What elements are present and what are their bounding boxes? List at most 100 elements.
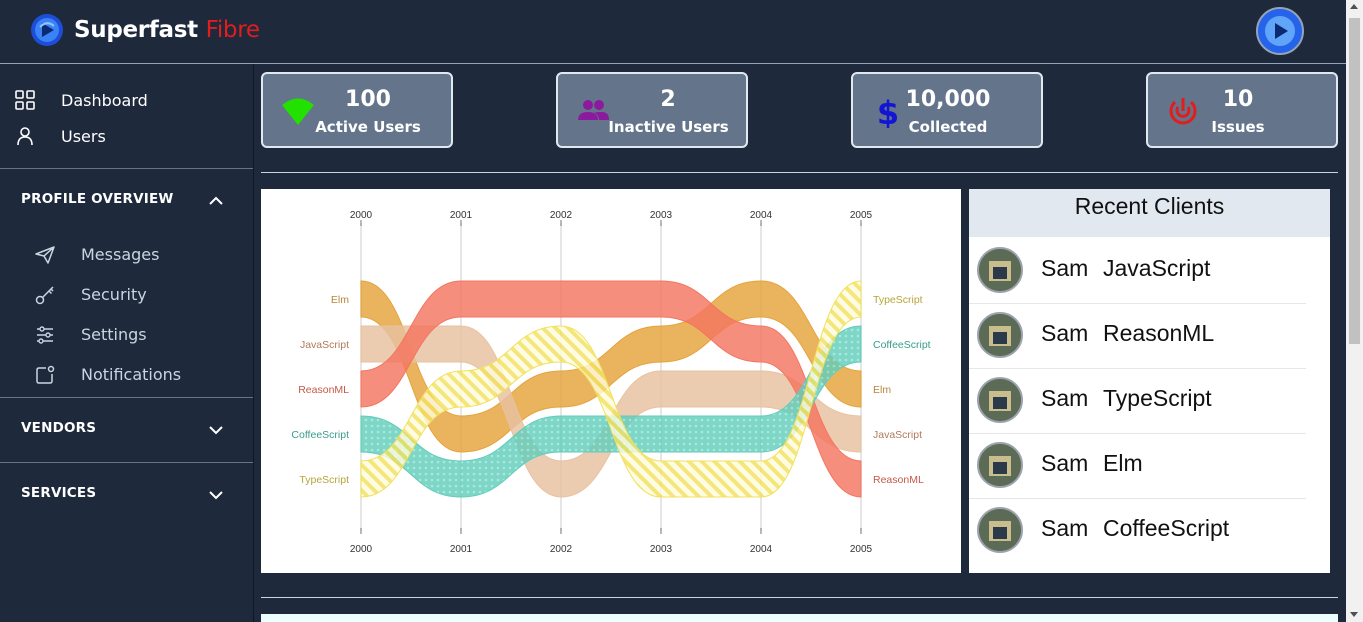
brand-accent: Fibre — [205, 17, 260, 43]
client-name: Sam — [1041, 450, 1089, 476]
x-tick-label-top: 2003 — [650, 210, 673, 221]
client-language: TypeScript — [1103, 385, 1212, 411]
sidebar-item-users[interactable]: Users — [0, 119, 253, 153]
series-label-end: Elm — [873, 384, 891, 396]
chevron-up-icon — [209, 196, 223, 205]
client-avatar — [977, 312, 1023, 358]
client-avatar — [977, 377, 1023, 423]
x-tick-label-top: 2000 — [350, 210, 373, 221]
stat-card-issues[interactable]: 10 Issues — [1146, 72, 1338, 148]
x-tick-label-bottom: 2005 — [850, 544, 873, 555]
sidebar-item-security[interactable]: Security — [0, 278, 253, 310]
section-services[interactable]: SERVICES — [0, 476, 253, 512]
series-label-end: ReasonML — [873, 474, 924, 486]
x-tick-label-bottom: 2001 — [450, 544, 473, 555]
series-label-start: TypeScript — [299, 474, 349, 486]
sidebar-item-settings[interactable]: Settings — [0, 318, 253, 350]
client-name: Sam — [1041, 255, 1089, 281]
sidebar-item-label: Security — [81, 285, 147, 304]
recent-clients-panel: Recent Clients Sam JavaScript Sam Reason… — [969, 189, 1330, 573]
paper-plane-icon — [35, 246, 55, 264]
svg-text:$: $ — [877, 94, 899, 128]
series-label-start: Elm — [331, 294, 349, 306]
sidebar: Dashboard Users PROFILE OVERVIEW Message… — [0, 64, 254, 622]
section-label: PROFILE OVERVIEW — [21, 191, 174, 207]
client-language: JavaScript — [1103, 255, 1211, 281]
sidebar-item-messages[interactable]: Messages — [0, 238, 253, 270]
stat-caption: Active Users — [315, 118, 421, 136]
client-avatar — [977, 247, 1023, 293]
stat-card-active-users[interactable]: 100 Active Users — [261, 72, 453, 148]
stat-caption: Inactive Users — [608, 118, 729, 136]
stat-value: 2 — [660, 87, 676, 112]
client-row[interactable]: Sam Elm — [969, 433, 1306, 499]
client-row[interactable]: Sam JavaScript — [969, 238, 1306, 304]
page-scrollbar[interactable] — [1346, 0, 1363, 622]
stat-card-collected[interactable]: $ 10,000 Collected — [851, 72, 1043, 148]
recent-clients-title: Recent Clients — [1074, 193, 1225, 219]
client-language: ReasonML — [1103, 320, 1215, 346]
section-label: SERVICES — [21, 485, 97, 501]
avatar-image — [979, 509, 1021, 551]
brand[interactable]: Superfast Fibre — [31, 14, 260, 46]
sidebar-item-label: Messages — [81, 245, 160, 264]
client-name: Sam — [1041, 320, 1089, 346]
stat-caption: Collected — [908, 118, 988, 136]
x-tick-label-top: 2002 — [550, 210, 573, 221]
stat-value: 10,000 — [905, 87, 991, 112]
recent-clients-header: Recent Clients — [969, 189, 1330, 237]
bump-chart-svg: 2000 2000 2001 2001 2002 2002 2003 2003 2004 2004… — [291, 210, 931, 555]
x-tick-label-top: 2004 — [750, 210, 773, 221]
scrollbar-thumb[interactable] — [1349, 18, 1360, 344]
sidebar-item-label: Dashboard — [61, 90, 148, 110]
series-label-end: CoffeeScript — [873, 339, 931, 351]
sidebar-item-label: Notifications — [81, 365, 182, 384]
users-icon — [578, 100, 609, 120]
bump-chart: 2000 2000 2001 2001 2002 2002 2003 2003 2004 2004… — [261, 189, 961, 573]
sidebar-item-dashboard[interactable]: Dashboard — [0, 83, 253, 117]
x-tick-label-top: 2001 — [450, 210, 473, 221]
client-row[interactable]: Sam ReasonML — [969, 303, 1306, 369]
brand-name: Superfast Fibre — [74, 17, 260, 43]
stat-card-inactive-users[interactable]: 2 Inactive Users — [556, 72, 748, 148]
user-icon — [17, 127, 33, 146]
section-profile-overview[interactable]: PROFILE OVERVIEW — [0, 182, 253, 218]
user-avatar[interactable] — [1256, 7, 1304, 55]
avatar-image — [979, 249, 1021, 291]
client-row[interactable]: Sam CoffeeScript — [969, 498, 1306, 563]
client-row[interactable]: Sam TypeScript — [969, 368, 1306, 434]
series-label-end: JavaScript — [873, 429, 922, 441]
logo-icon — [31, 14, 63, 46]
client-name: Sam — [1041, 515, 1089, 541]
notification-icon — [36, 365, 55, 384]
client-language: Elm — [1103, 450, 1143, 476]
client-name: Sam — [1041, 385, 1089, 411]
series-label-start: ReasonML — [298, 384, 349, 396]
key-icon — [35, 286, 54, 305]
x-tick-label-bottom: 2004 — [750, 544, 773, 555]
avatar-image — [979, 444, 1021, 486]
sidebar-item-label: Users — [61, 126, 106, 146]
avatar-image — [979, 314, 1021, 356]
sidebar-item-label: Settings — [81, 325, 147, 344]
x-tick-label-bottom: 2002 — [550, 544, 573, 555]
series-label-start: JavaScript — [300, 339, 349, 351]
divider — [0, 462, 253, 463]
stat-value: 100 — [345, 87, 391, 112]
divider — [261, 172, 1338, 173]
scroll-up-arrow-icon[interactable] — [1350, 4, 1358, 9]
x-tick-label-bottom: 2000 — [350, 544, 373, 555]
divider — [0, 397, 253, 398]
scroll-down-arrow-icon[interactable] — [1350, 612, 1358, 617]
series-label-start: CoffeeScript — [291, 429, 349, 441]
client-avatar — [977, 507, 1023, 553]
stat-caption: Issues — [1211, 118, 1265, 136]
grid-icon — [15, 90, 35, 110]
section-vendors[interactable]: VENDORS — [0, 411, 253, 447]
divider — [0, 168, 253, 169]
client-avatar — [977, 442, 1023, 488]
sidebar-item-notifications[interactable]: Notifications — [0, 358, 253, 390]
avatar-image — [979, 379, 1021, 421]
series-label-end: TypeScript — [873, 294, 923, 306]
bottom-panel — [261, 614, 1338, 622]
